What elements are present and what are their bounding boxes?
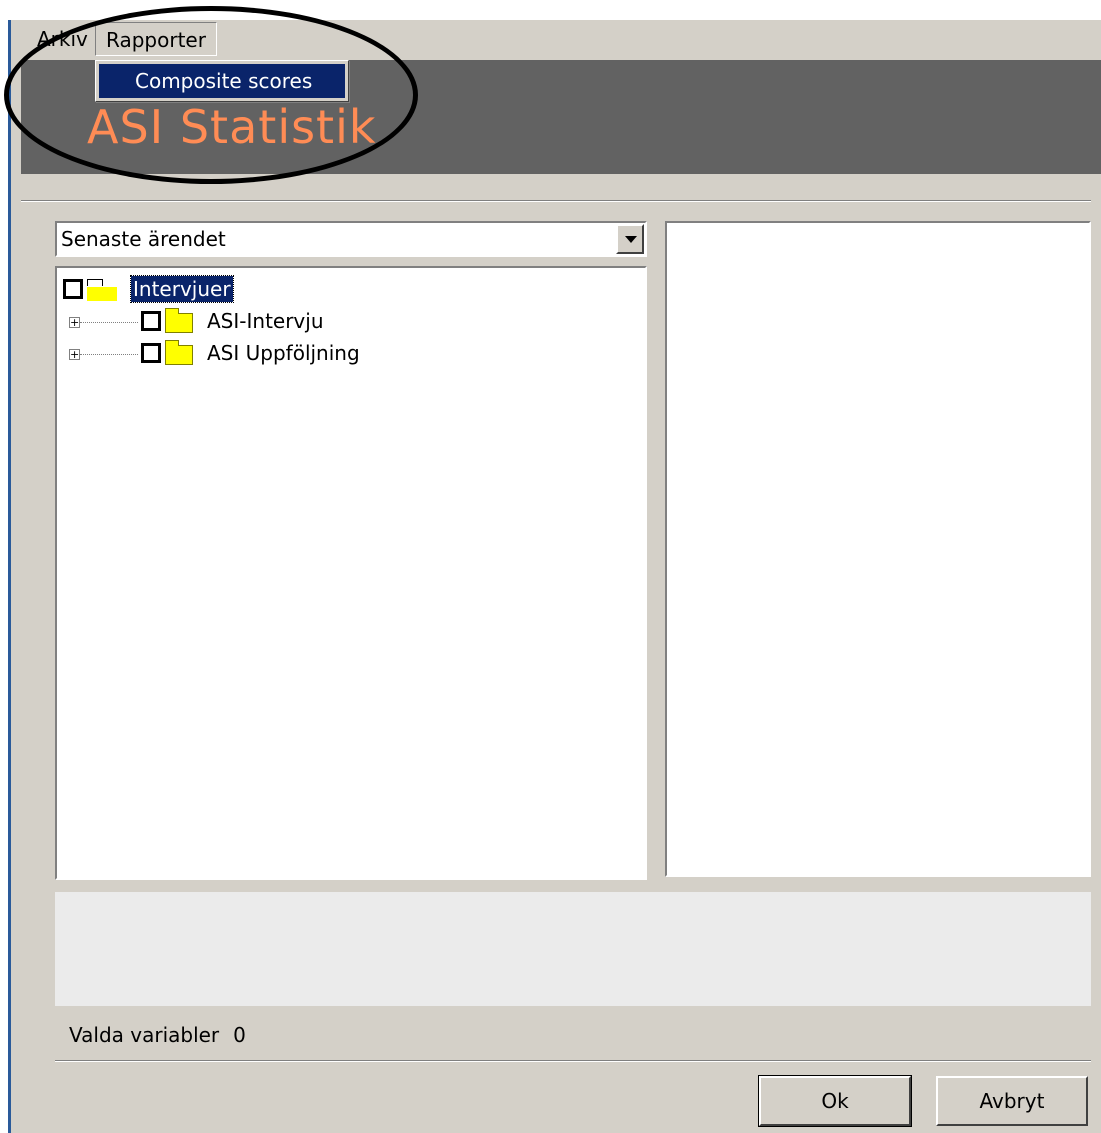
tree-node-label[interactable]: ASI Uppföljning [207,340,360,366]
open-folder-icon [87,279,117,301]
tree-node-intervjuer[interactable]: Intervjuer [63,275,263,304]
app-title: ASI Statistik [87,100,377,154]
selected-variables-list[interactable] [665,221,1091,877]
screenshot-top-margin [0,0,1101,20]
selected-count: Valda variabler 0 [69,1020,260,1050]
checkbox[interactable] [141,343,161,363]
combo-value: Senaste ärendet [61,227,226,251]
menu-arkiv[interactable]: Arkiv [27,22,99,56]
selected-count-label: Valda variabler [69,1023,220,1047]
cancel-button[interactable]: Avbryt [936,1076,1088,1126]
ok-button[interactable]: Ok [758,1075,912,1127]
selected-count-value: 0 [233,1023,246,1047]
menu-rapporter[interactable]: Rapporter [95,22,217,56]
tree-node-label[interactable]: ASI-Intervju [207,308,324,334]
folder-icon [165,340,193,365]
menu-item-composite-scores[interactable]: Composite scores [99,64,345,98]
info-panel [55,892,1091,1006]
separator-top [21,200,1091,202]
folder-icon [165,308,193,333]
rapporter-dropdown-menu: Composite scores [95,60,349,102]
expand-plus-icon[interactable]: + [69,349,80,360]
separator-bottom [55,1060,1091,1062]
tree-connector [80,322,138,323]
expand-plus-icon[interactable]: + [69,317,80,328]
menu-bar: Arkiv Rapporter [11,20,1101,60]
variable-tree: Intervjuer + ASI-Intervju + ASI Uppföljn… [55,266,647,880]
checkbox[interactable] [141,311,161,331]
tree-node-asi-uppfoljning[interactable]: + ASI Uppföljning [63,340,403,368]
tree-node-label[interactable]: Intervjuer [130,275,234,303]
case-select-combobox[interactable]: Senaste ärendet [55,221,647,257]
checkbox[interactable] [63,279,83,299]
app-window: Arkiv Rapporter ASI Statistik Composite … [8,20,1101,1133]
tree-node-asi-intervju[interactable]: + ASI-Intervju [63,308,383,336]
dropdown-arrow-icon[interactable] [616,224,644,254]
tree-connector [80,354,138,355]
